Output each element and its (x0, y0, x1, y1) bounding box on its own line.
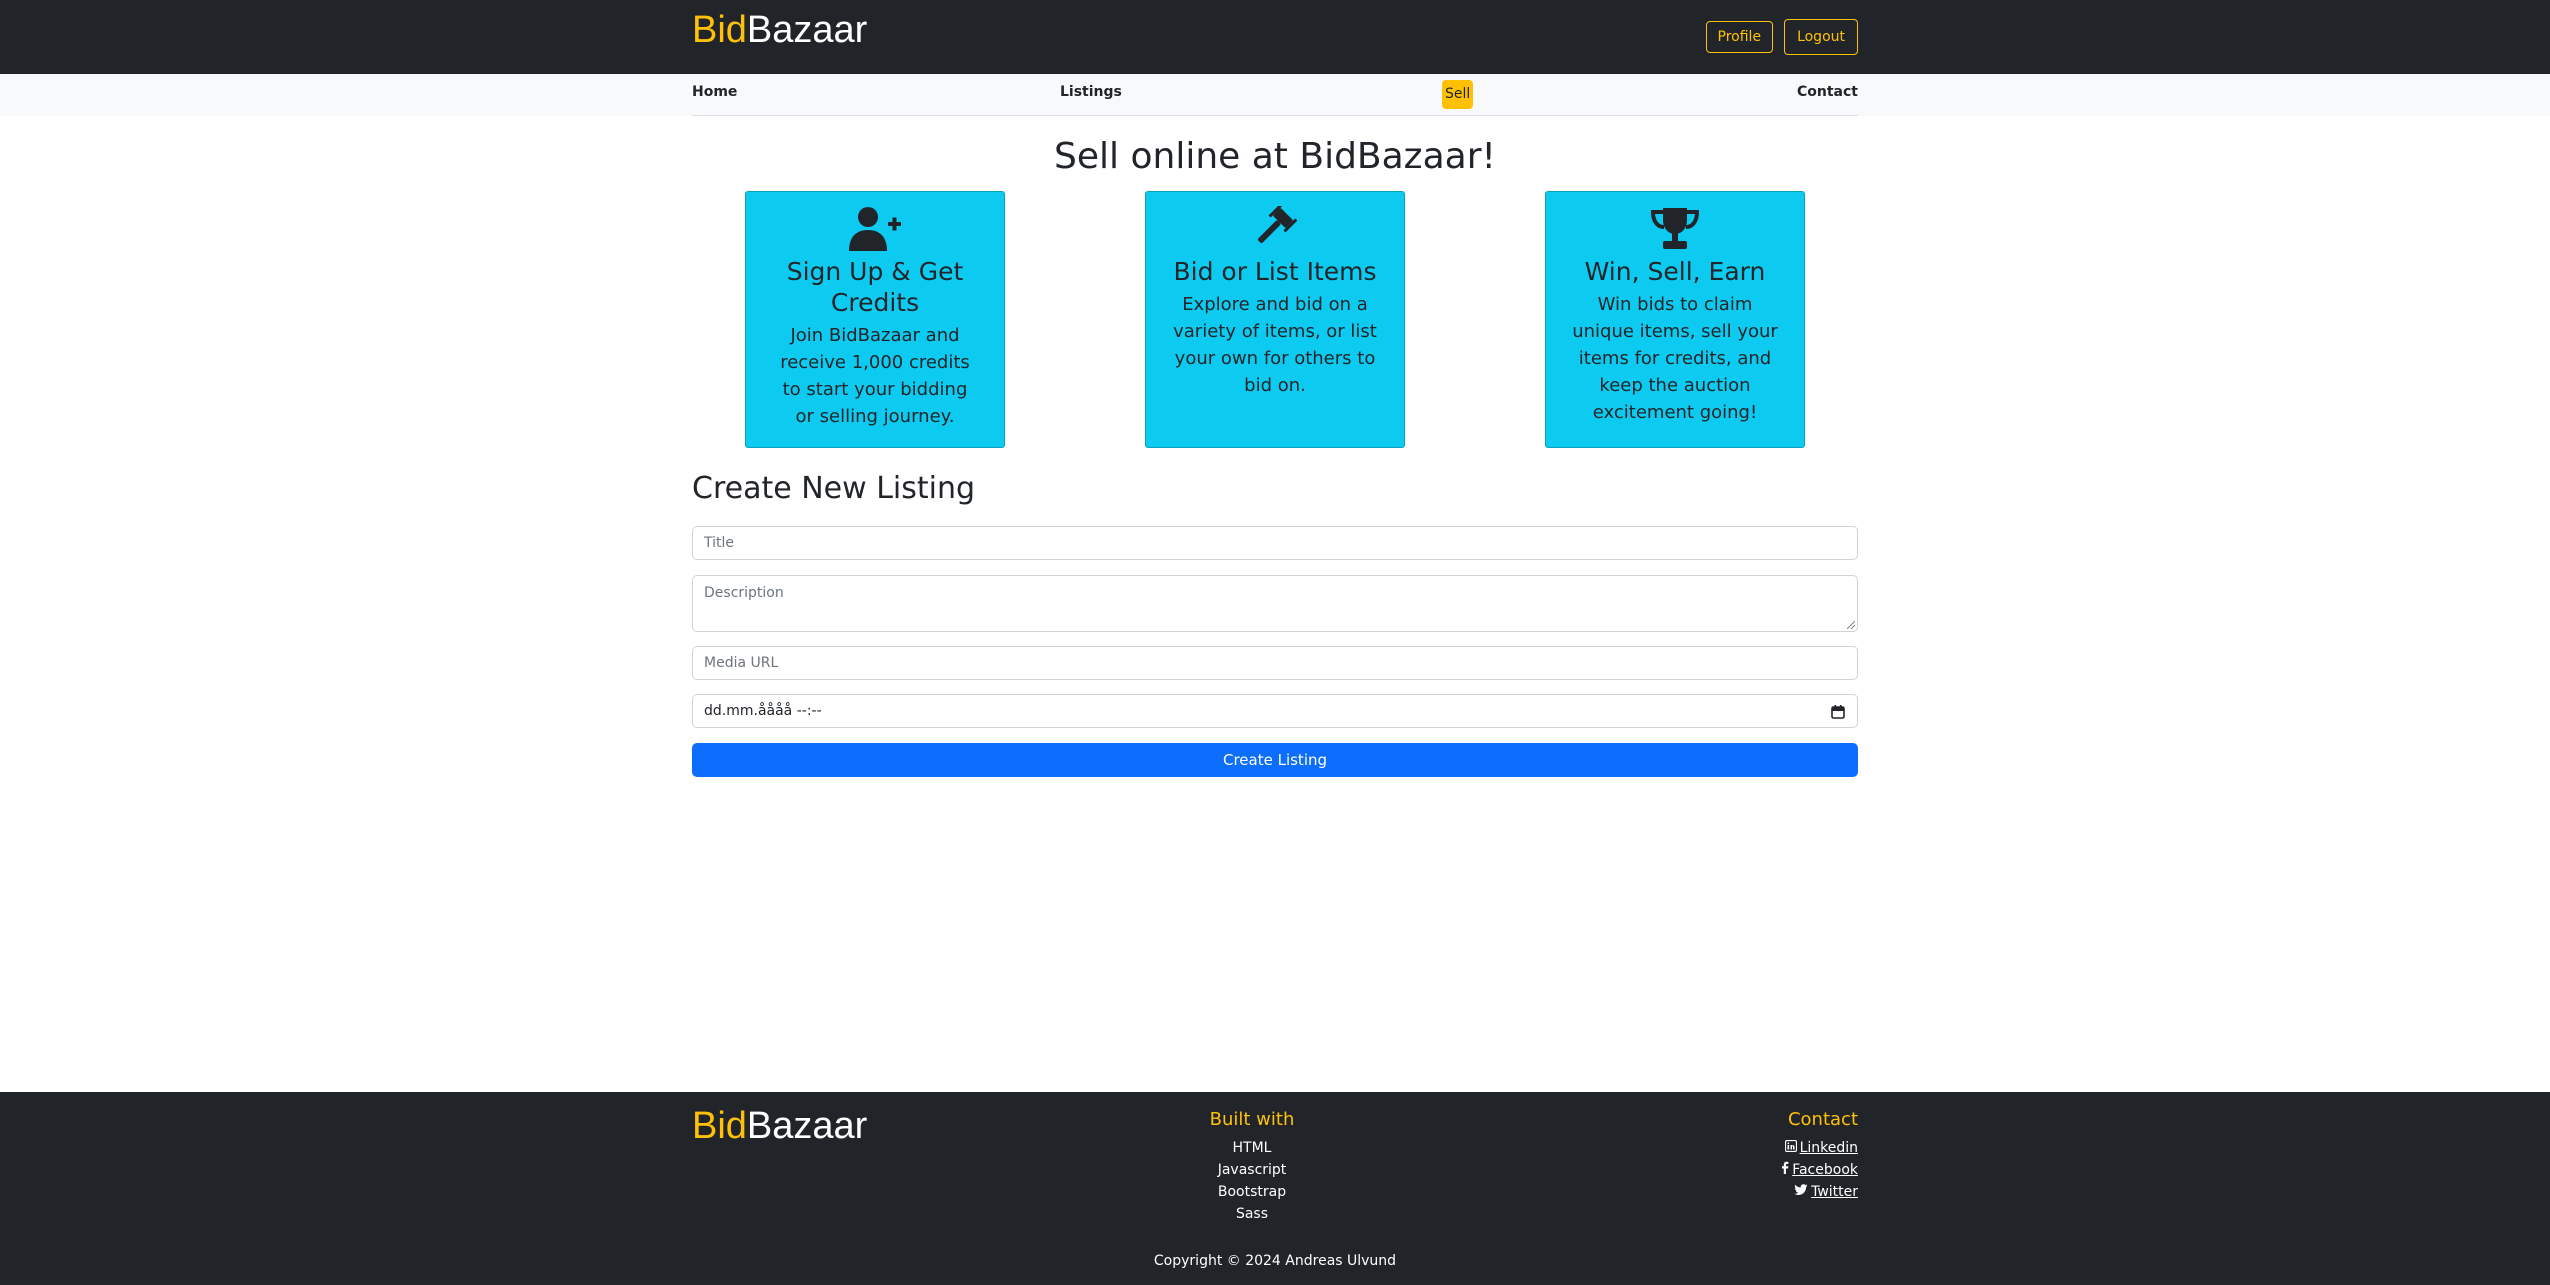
feature-card-signup: Sign Up & Get Credits Join BidBazaar and… (745, 191, 1005, 448)
footer-brand-logo[interactable]: BidBazaar (692, 1107, 867, 1145)
twitter-link[interactable]: Twitter (1780, 1181, 1858, 1203)
card-title: Bid or List Items (1173, 257, 1377, 286)
card-text: Win bids to claim unique items, sell you… (1572, 294, 1778, 423)
linkedin-label: Linkedin (1799, 1140, 1858, 1156)
built-with-item: Sass (1235, 1206, 1269, 1222)
contact-section: Contact Linkedin Facebook Twitter (1780, 1109, 1858, 1203)
profile-button[interactable]: Profile (1705, 21, 1774, 53)
footer-brand-part-bid: Bid (692, 1105, 747, 1147)
twitter-label: Twitter (1811, 1184, 1858, 1200)
brand-part-bazaar: Bazaar (746, 9, 868, 51)
card-title: Sign Up & Get Credits (786, 257, 964, 317)
feature-card-bid: Bid or List Items Explore and bid on a v… (1145, 191, 1405, 448)
card-text: Join BidBazaar and receive 1,000 credits… (780, 325, 970, 427)
feature-cards: Sign Up & Get Credits Join BidBazaar and… (692, 191, 1858, 449)
facebook-label: Facebook (1792, 1162, 1858, 1178)
resize-handle[interactable] (1847, 621, 1855, 629)
trophy-icon (1546, 206, 1804, 252)
top-header: BidBazaar Profile Logout (0, 0, 2550, 74)
user-plus-icon (746, 206, 1004, 252)
main-content: Sell online at BidBazaar! Sign Up & Get … (692, 136, 1858, 777)
linkedin-icon (1784, 1137, 1797, 1159)
site-footer: BidBazaar Built with HTML Javascript Boo… (0, 1092, 2550, 1285)
linkedin-link[interactable]: Linkedin (1780, 1137, 1858, 1159)
brand-logo[interactable]: BidBazaar (692, 11, 867, 49)
create-listing-form: Title Description Media URL dd.mm.åååå -… (692, 526, 1858, 777)
built-with-item: Javascript (1217, 1162, 1287, 1178)
nav-listings[interactable]: Listings (1060, 84, 1122, 100)
card-title: Win, Sell, Earn (1584, 257, 1766, 286)
copyright-text: Copyright © 2024 Andreas Ulvund (1153, 1253, 1397, 1269)
built-with-item: HTML (1232, 1140, 1272, 1156)
built-with-heading: Built with (1209, 1109, 1295, 1130)
nav-home[interactable]: Home (692, 84, 737, 100)
built-with-section: Built with HTML Javascript Bootstrap Sas… (1012, 1109, 1492, 1225)
header-actions: Profile Logout (1705, 19, 1858, 55)
feature-card-win: Win, Sell, Earn Win bids to claim unique… (1545, 191, 1805, 448)
calendar-icon[interactable] (1831, 705, 1845, 723)
end-date-input[interactable]: dd.mm.åååå --:-- (692, 694, 1858, 728)
brand-part-bid: Bid (692, 9, 747, 51)
title-input[interactable]: Title (692, 526, 1858, 560)
create-listing-button[interactable]: Create Listing (692, 743, 1858, 777)
logout-button[interactable]: Logout (1784, 19, 1858, 55)
description-placeholder: Description (704, 585, 784, 601)
facebook-icon (1780, 1159, 1789, 1181)
card-text: Explore and bid on a variety of items, o… (1173, 294, 1377, 396)
main-nav: Home Listings Sell Contact (0, 74, 2550, 116)
gavel-icon (1146, 206, 1404, 252)
built-with-item: Bootstrap (1217, 1184, 1287, 1200)
form-title: Create New Listing (692, 471, 976, 506)
contact-heading: Contact (1787, 1109, 1858, 1130)
date-value: dd.mm.åååå --:-- (704, 703, 822, 719)
media-url-input[interactable]: Media URL (692, 646, 1858, 680)
twitter-icon (1794, 1181, 1808, 1203)
description-textarea[interactable]: Description (692, 575, 1858, 632)
nav-sell[interactable]: Sell (1442, 80, 1474, 109)
footer-brand-part-bazaar: Bazaar (746, 1105, 868, 1147)
nav-contact[interactable]: Contact (1797, 84, 1858, 100)
facebook-link[interactable]: Facebook (1780, 1159, 1858, 1181)
page-title: Sell online at BidBazaar! (1054, 136, 1496, 177)
